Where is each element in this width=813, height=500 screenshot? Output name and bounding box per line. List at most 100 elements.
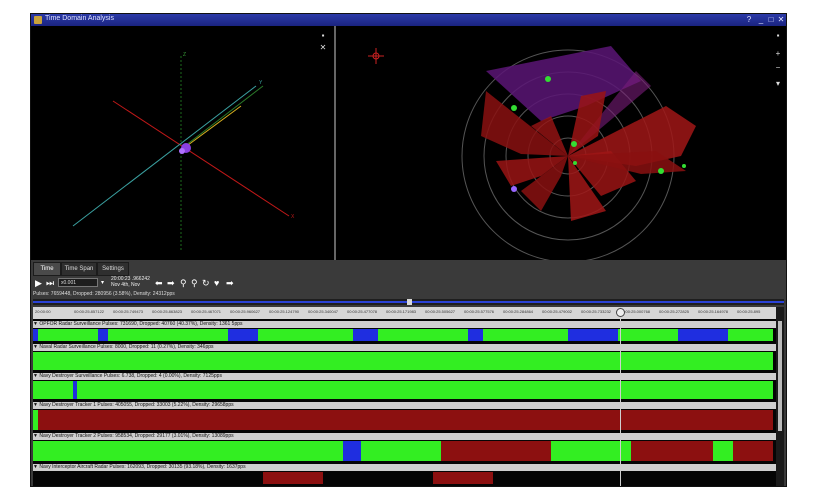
track-name: Navy Destroyer Tracker 1 bbox=[39, 402, 97, 408]
scrubber-handle[interactable] bbox=[407, 299, 412, 305]
help-button[interactable]: ? bbox=[744, 15, 754, 25]
pulse-segment bbox=[33, 381, 73, 399]
3d-view-panel[interactable]: Z Y X ▪ ✕ bbox=[31, 26, 334, 260]
track-header[interactable]: ▼ Navy Destroyer Tracker 1 Pulses: 40505… bbox=[33, 402, 778, 409]
pulse-segment bbox=[618, 329, 678, 341]
vertical-scrollbar[interactable] bbox=[776, 307, 784, 486]
track-lane[interactable] bbox=[33, 441, 773, 461]
title-bar: Time Domain Analysis ? _ □ ✕ bbox=[31, 14, 786, 26]
y-axis-label: Y bbox=[259, 80, 263, 86]
scrollbar-thumb[interactable] bbox=[778, 321, 782, 431]
x-axis-label: X bbox=[291, 214, 295, 220]
track-header[interactable]: ▼ OPFOR Radar Surveillance Pulses: 73169… bbox=[33, 321, 778, 328]
playhead-line[interactable] bbox=[620, 307, 621, 486]
tab-settings[interactable]: Settings bbox=[97, 262, 129, 276]
zoom-out-icon[interactable]: − bbox=[774, 64, 782, 72]
track-stats: Pulses: 162093, Dropped: 30135 (93.18%),… bbox=[109, 464, 246, 470]
export-icon[interactable]: ➡ bbox=[226, 278, 234, 288]
3d-axes-graphic: Z Y X bbox=[72, 52, 295, 251]
pulse-segment bbox=[343, 441, 361, 461]
track-header[interactable]: ▼ Naval Radar Surveillance Pulses: 8000,… bbox=[33, 344, 778, 351]
time-tick: 00:00:25.284864 bbox=[503, 309, 534, 314]
pulse-segment bbox=[551, 441, 631, 461]
time-tick: 00:00:25.272825 bbox=[659, 309, 690, 314]
timestamp-date: Nov 4th, Nov bbox=[111, 282, 140, 288]
time-ruler: 20:00:00 00:00:25.857122 00:00:25.749473 00… bbox=[33, 307, 778, 319]
track-stats: Pulses: 405055, Dropped: 33003 (5.22%), … bbox=[97, 402, 234, 408]
tab-time[interactable]: Time bbox=[33, 262, 61, 276]
pulse-segment bbox=[361, 441, 441, 461]
track-name: OPFOR Radar Surveillance bbox=[39, 321, 101, 327]
minimize-button[interactable]: _ bbox=[756, 15, 766, 25]
zoom-out-time-icon[interactable]: ⚲ bbox=[191, 278, 198, 288]
time-tick: 00:00:25.960627 bbox=[230, 309, 261, 314]
time-tick: 00:00:25.164978 bbox=[698, 309, 729, 314]
radar-view-panel[interactable]: ▪ + − ▾ bbox=[336, 26, 786, 263]
speed-dropdown-icon[interactable]: ▾ bbox=[101, 278, 104, 288]
track-lane[interactable] bbox=[33, 472, 773, 484]
window-title: Time Domain Analysis bbox=[45, 15, 114, 22]
pulse-segment bbox=[33, 352, 773, 370]
panel-options-icon[interactable]: ▾ bbox=[774, 80, 782, 88]
track-lane[interactable] bbox=[33, 410, 773, 430]
time-tick: 00:00:25.577576 bbox=[464, 309, 495, 314]
timeline-panel: Time Time Span Settings ▶ ⏭ x0.001 ▾ 20:… bbox=[31, 260, 786, 486]
track-header[interactable]: ▼ Navy Interceptor Aircraft Radar Pulses… bbox=[33, 464, 778, 471]
playback-controls: ▶ ⏭ x0.001 ▾ 20:00:23 .966242 Nov 4th, N… bbox=[31, 275, 786, 291]
zoom-in-time-icon[interactable]: ⚲ bbox=[180, 278, 187, 288]
time-tick: 00:00:25.733232 bbox=[581, 309, 612, 314]
pulse-segment bbox=[98, 329, 108, 341]
time-tick: 00:00:25.749473 bbox=[113, 309, 144, 314]
time-tick: 00:00:25.467071 bbox=[191, 309, 222, 314]
play-icon[interactable]: ▶ bbox=[35, 278, 42, 288]
track-stats: Pulses: 6.738, Dropped: 4 (0.00%), Densi… bbox=[103, 373, 222, 379]
track-lane[interactable] bbox=[33, 381, 773, 399]
time-tick: 00:00:25.863823 bbox=[152, 309, 183, 314]
pulse-segment bbox=[263, 472, 323, 484]
current-timestamp: 20:00:23 .966242 Nov 4th, Nov bbox=[111, 276, 150, 288]
pulse-stats: Pulses: 7659448, Dropped: 280956 (3.58%)… bbox=[33, 291, 175, 297]
playhead-handle[interactable] bbox=[616, 308, 625, 317]
timeline-tracks[interactable]: 20:00:00 00:00:25.857122 00:00:25.749473 00… bbox=[33, 307, 778, 486]
speed-select[interactable]: x0.001 bbox=[58, 278, 98, 287]
zoom-in-icon[interactable]: + bbox=[774, 50, 782, 58]
pulse-segment bbox=[353, 329, 378, 341]
pulse-segment bbox=[568, 329, 618, 341]
time-tick: 00:00:25.171983 bbox=[386, 309, 417, 314]
radar-graphic bbox=[368, 46, 696, 263]
panel-menu-icon[interactable]: ▪ bbox=[774, 32, 782, 40]
track-lane[interactable] bbox=[33, 329, 773, 341]
close-panel-icon[interactable]: ✕ bbox=[319, 44, 327, 52]
time-tick: 00:00:25.479002 bbox=[542, 309, 573, 314]
overview-scrubber[interactable] bbox=[33, 299, 784, 305]
pulse-segment bbox=[728, 329, 773, 341]
pulse-segment bbox=[378, 329, 468, 341]
time-tick: 00:00:25.124790 bbox=[269, 309, 300, 314]
close-button[interactable]: ✕ bbox=[776, 15, 786, 25]
pulse-segment bbox=[258, 329, 353, 341]
pulse-segment bbox=[333, 410, 773, 430]
track-header[interactable]: ▼ Navy Destroyer Surveillance Pulses: 6.… bbox=[33, 373, 778, 380]
pulse-segment bbox=[38, 410, 333, 430]
app-window: Time Domain Analysis ? _ □ ✕ Z Y X ▪ ✕ ▪… bbox=[30, 13, 787, 487]
step-forward-icon[interactable]: ➡ bbox=[167, 278, 175, 288]
track-stats: Pulses: 8000, Dropped: 11 (0.27%), Densi… bbox=[97, 344, 214, 350]
pulse-segment bbox=[468, 329, 483, 341]
pulse-segment bbox=[713, 441, 733, 461]
track-header[interactable]: ▼ Navy Destroyer Tracker 2 Pulses: 95853… bbox=[33, 433, 778, 440]
step-icon[interactable]: ⏭ bbox=[46, 278, 54, 288]
time-tick: 00:00:25.505627 bbox=[425, 309, 456, 314]
track-name: Navy Destroyer Tracker 2 bbox=[39, 433, 97, 439]
marker-icon[interactable]: ♥ bbox=[214, 278, 219, 288]
maximize-button[interactable]: □ bbox=[766, 15, 776, 25]
pulse-segment bbox=[483, 329, 568, 341]
tab-time-span[interactable]: Time Span bbox=[61, 262, 97, 276]
pulse-segment bbox=[433, 472, 493, 484]
panel-menu-icon[interactable]: ▪ bbox=[319, 32, 327, 40]
track-lane[interactable] bbox=[33, 352, 773, 370]
time-tick: 20:00:00 bbox=[35, 309, 51, 314]
step-back-icon[interactable]: ⬅ bbox=[155, 278, 163, 288]
pulse-segment bbox=[441, 441, 551, 461]
track-name: Naval Radar Surveillance bbox=[39, 344, 96, 350]
reset-icon[interactable]: ↻ bbox=[202, 278, 210, 288]
